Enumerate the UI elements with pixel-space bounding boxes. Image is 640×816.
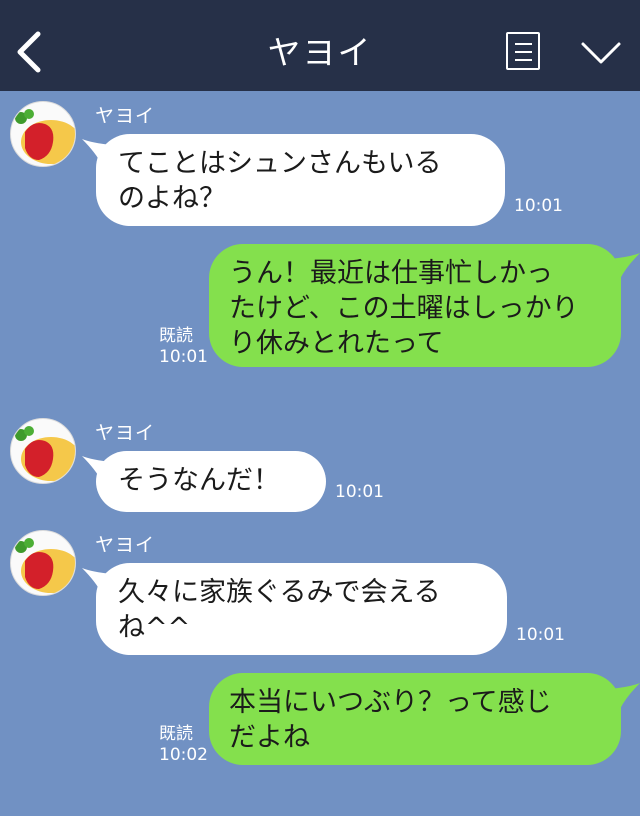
- message-bubble[interactable]: そうなんだ！: [96, 451, 326, 512]
- omelette-avatar-icon: [15, 538, 75, 593]
- message-time: 10:01: [514, 196, 563, 216]
- message-line: のよね？: [118, 183, 226, 214]
- message-line: だよね: [229, 722, 310, 753]
- avatar[interactable]: [10, 530, 76, 596]
- list-icon[interactable]: [506, 32, 540, 70]
- message-line: そうなんだ！: [118, 465, 280, 496]
- sender-name: ヤヨイ: [95, 422, 156, 444]
- message-line: り休みとれたって: [229, 328, 444, 359]
- chat-header: ヤヨイ: [0, 0, 640, 91]
- message-line: 本当にいつぶり？って感じ: [229, 687, 552, 718]
- avatar[interactable]: [10, 418, 76, 484]
- avatar[interactable]: [10, 101, 76, 167]
- message-time: 10:01: [335, 482, 384, 502]
- read-receipt: 既読: [159, 326, 193, 346]
- message-bubble[interactable]: 久々に家族ぐるみで会える ね^^: [96, 563, 507, 655]
- message-line: ね^^: [118, 612, 191, 643]
- read-receipt: 既読: [159, 724, 193, 744]
- message-bubble[interactable]: てことはシュンさんもいる のよね？: [96, 134, 505, 226]
- chat-title: ヤヨイ: [267, 33, 373, 72]
- chevron-down-icon[interactable]: [580, 40, 622, 66]
- omelette-avatar-icon: [15, 109, 75, 164]
- omelette-avatar-icon: [15, 426, 75, 481]
- message-bubble[interactable]: うん！最近は仕事忙しかっ たけど、この土曜はしっかり り休みとれたって: [209, 244, 621, 367]
- message-list[interactable]: ヤヨイ てことはシュンさんもいる のよね？ 10:01 うん！最近は仕事忙しかっ…: [0, 91, 640, 816]
- message-time: 10:02: [159, 745, 208, 765]
- message-line: たけど、この土曜はしっかり: [229, 293, 579, 324]
- message-time: 10:01: [159, 347, 208, 367]
- message-time: 10:01: [516, 625, 565, 645]
- sender-name: ヤヨイ: [95, 105, 156, 127]
- message-line: 久々に家族ぐるみで会える: [118, 577, 441, 608]
- message-line: うん！最近は仕事忙しかっ: [229, 258, 553, 289]
- message-bubble[interactable]: 本当にいつぶり？って感じ だよね: [209, 673, 621, 765]
- sender-name: ヤヨイ: [95, 534, 156, 556]
- message-line: てことはシュンさんもいる: [118, 148, 442, 179]
